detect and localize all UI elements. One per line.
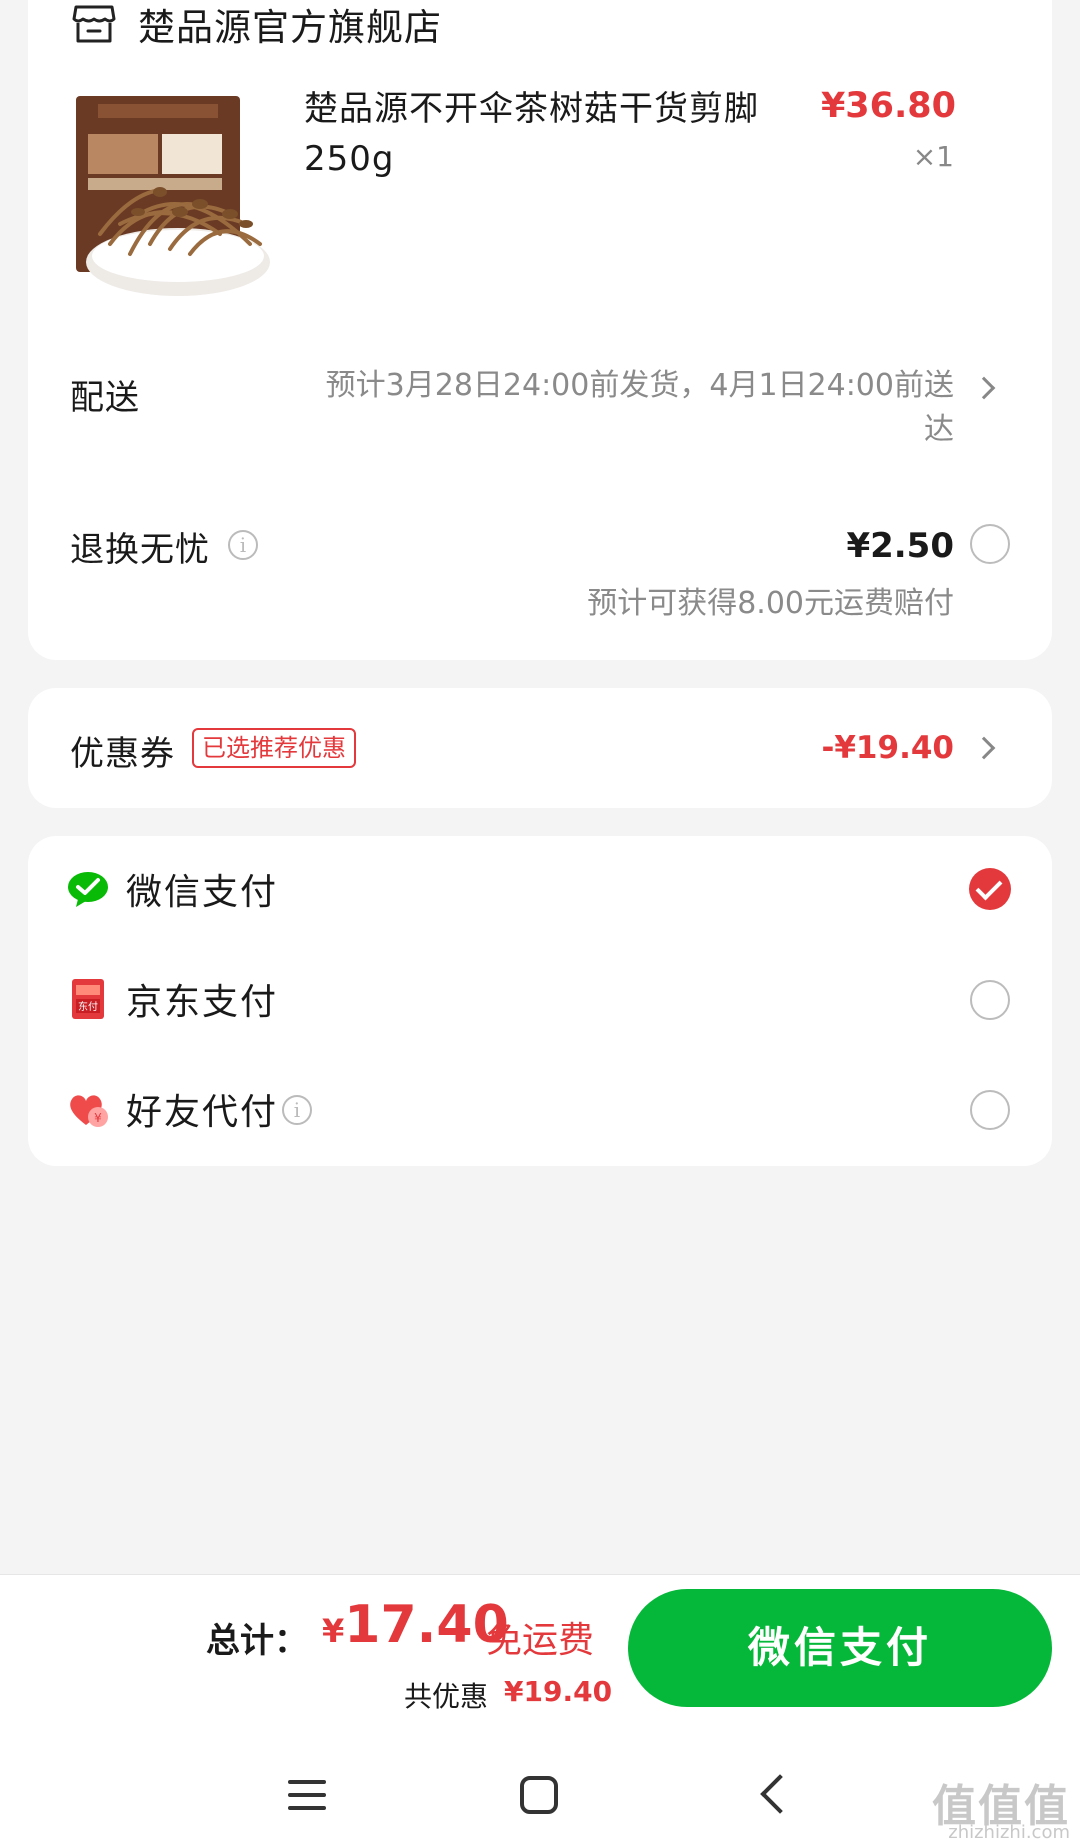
delivery-label: 配送 xyxy=(70,378,140,418)
payment-option-jd[interactable]: 东付 京东支付 xyxy=(66,974,278,1024)
payment-label-wechat: 微信支付 xyxy=(126,872,279,913)
svg-text:¥: ¥ xyxy=(94,1111,102,1125)
product-quantity: ×1 xyxy=(912,140,954,173)
svg-text:东付: 东付 xyxy=(78,1000,98,1013)
payment-option-friend[interactable]: ¥ 好友代付 xyxy=(66,1084,278,1134)
return-service-price: ¥2.50 xyxy=(846,526,954,566)
payment-option-wechat[interactable]: 微信支付 xyxy=(66,864,278,914)
return-service-label: 退换无忧 xyxy=(70,530,210,570)
total-value: 17.40 xyxy=(344,1595,509,1655)
info-icon[interactable]: i xyxy=(228,530,258,560)
product-title[interactable]: 楚品源不开伞茶树菇干货剪脚250g xyxy=(304,84,764,184)
payment-label-friend: 好友代付 xyxy=(126,1092,279,1133)
watermark-sub: zhizhizhi.com xyxy=(948,1822,1070,1843)
discount-value: ¥19.40 xyxy=(504,1675,613,1708)
coupon-label: 优惠券 xyxy=(70,734,175,774)
total-label: 总计： xyxy=(206,1621,308,1661)
payment-radio-wechat-checked[interactable] xyxy=(969,868,1011,910)
coupon-amount: -¥19.40 xyxy=(821,730,955,766)
menu-icon[interactable] xyxy=(288,1780,326,1810)
free-shipping-label: 免运费 xyxy=(486,1620,595,1661)
info-icon[interactable]: i xyxy=(282,1095,312,1125)
return-service-radio[interactable] xyxy=(970,524,1010,564)
product-mushroom-image[interactable] xyxy=(70,94,274,302)
payment-label-jd: 京东支付 xyxy=(126,982,279,1023)
wechat-pay-icon xyxy=(68,872,108,907)
shop-name: 楚品源官方旗舰店 xyxy=(138,6,442,49)
total-currency: ¥ xyxy=(322,1612,345,1650)
payment-radio-friend[interactable] xyxy=(970,1090,1010,1130)
wechat-pay-button[interactable]: 微信支付 xyxy=(628,1589,1052,1707)
checkout-bar: 总计： ¥17.40 免运费 共优惠 ¥19.40 微信支付 xyxy=(0,1574,1080,1740)
shop-header[interactable]: 楚品源官方旗舰店 xyxy=(72,0,442,49)
discount-label: 共优惠 xyxy=(404,1680,489,1713)
total-amount: ¥17.40 xyxy=(322,1595,509,1655)
payment-radio-jd[interactable] xyxy=(970,980,1010,1020)
coupon-badge: 已选推荐优惠 xyxy=(192,728,356,768)
delivery-estimate[interactable]: 预计3月28日24:00前发货，4月1日24:00前送达 xyxy=(314,364,954,452)
friend-pay-icon: ¥ xyxy=(70,1095,108,1127)
product-price: ¥36.80 xyxy=(820,86,956,126)
back-icon[interactable] xyxy=(760,1774,800,1814)
store-icon xyxy=(72,5,116,43)
jd-pay-icon: 东付 xyxy=(72,979,104,1019)
home-icon[interactable] xyxy=(520,1776,558,1814)
return-service-note: 预计可获得8.00元运费赔付 xyxy=(587,586,954,621)
system-nav-bar: 值值值 zhizhizhi.com xyxy=(0,1740,1080,1847)
